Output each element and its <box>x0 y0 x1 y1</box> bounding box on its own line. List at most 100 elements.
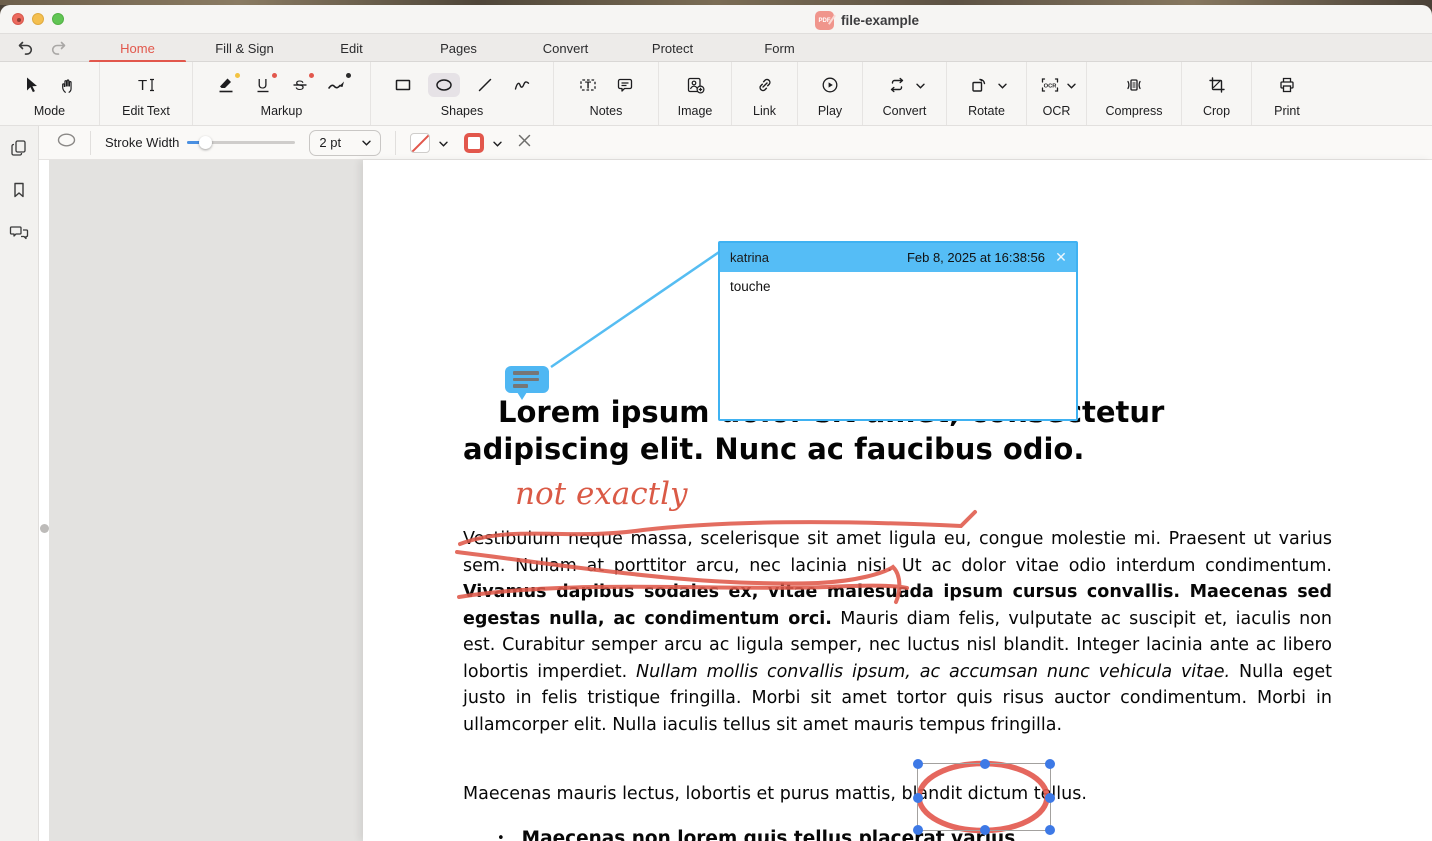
toolbar-group-markup: U S Markup <box>193 62 371 125</box>
toolbar-group-label: Markup <box>261 104 303 118</box>
draw-color-dot <box>346 73 351 78</box>
resize-handle-bottom-middle[interactable] <box>980 825 990 835</box>
tab-edit[interactable]: Edit <box>298 34 405 62</box>
toolbar-group-edit-text: T Edit Text <box>100 62 193 125</box>
tab-convert[interactable]: Convert <box>512 34 619 62</box>
traffic-lights <box>12 13 64 25</box>
toolbar-spacer <box>1322 62 1432 125</box>
underline-color-dot <box>272 73 277 78</box>
redo-icon[interactable] <box>46 37 72 59</box>
chevron-down-icon[interactable] <box>916 76 925 94</box>
stroke-width-value: 2 pt <box>319 135 341 150</box>
main-toolbar: Mode T Edit Text U S <box>0 62 1432 126</box>
comment-body-text[interactable]: touche <box>720 272 1076 301</box>
toolbar-group-crop: Crop <box>1182 62 1252 125</box>
tab-protect[interactable]: Protect <box>619 34 726 62</box>
toolbar-group-shapes: Shapes <box>371 62 554 125</box>
scribble-shape-icon[interactable] <box>510 73 534 97</box>
panel-resizer[interactable] <box>39 160 49 841</box>
tab-form[interactable]: Form <box>726 34 833 62</box>
resize-handle-top-left[interactable] <box>913 759 923 769</box>
chevron-down-icon[interactable] <box>998 76 1007 94</box>
thumbnails-panel <box>49 160 363 841</box>
edit-text-icon[interactable]: T <box>134 73 158 97</box>
ocr-icon[interactable]: OCR <box>1038 73 1062 97</box>
ocr-icon-text: OCR <box>1043 83 1057 89</box>
chevron-down-icon[interactable] <box>493 134 502 152</box>
draw-pen-icon[interactable] <box>325 73 349 97</box>
divider <box>395 131 396 155</box>
panel-resize-handle[interactable] <box>40 524 49 533</box>
comment-popup[interactable]: katrina Feb 8, 2025 at 16:38:56 ✕ touche <box>718 241 1078 421</box>
resize-handle-top-right[interactable] <box>1045 759 1055 769</box>
app-window: PDF file-example Home Fill & Sign Edit P… <box>0 0 1432 841</box>
window-title-group: PDF file-example <box>815 11 919 30</box>
highlight-icon[interactable] <box>214 73 238 97</box>
stroke-width-slider[interactable] <box>187 141 295 144</box>
add-image-icon[interactable] <box>683 73 707 97</box>
play-icon[interactable] <box>818 73 842 97</box>
comment-popup-header[interactable]: katrina Feb 8, 2025 at 16:38:56 ✕ <box>720 243 1076 272</box>
comment-icon-tail <box>517 392 527 400</box>
select-cursor-icon[interactable] <box>19 73 43 97</box>
toolbar-group-label: Compress <box>1106 104 1163 118</box>
handwritten-annotation[interactable]: not exactly <box>515 476 688 512</box>
toolbar-group-label: OCR <box>1043 104 1071 118</box>
resize-handle-bottom-left[interactable] <box>913 825 923 835</box>
compress-icon[interactable] <box>1122 73 1146 97</box>
thumbnails-panel-icon[interactable] <box>8 137 30 159</box>
ribbon-tabs: Home Fill & Sign Edit Pages Convert Prot… <box>84 34 833 62</box>
fill-color-swatch[interactable] <box>410 133 430 153</box>
pdf-badge-label: PDF <box>819 18 831 24</box>
strikethrough-color-dot <box>309 73 314 78</box>
resize-handle-bottom-right[interactable] <box>1045 825 1055 835</box>
close-properties-icon[interactable] <box>518 134 531 152</box>
toolbar-group-convert: Convert <box>863 62 947 125</box>
chevron-down-icon[interactable] <box>1067 76 1076 94</box>
svg-text:T: T <box>585 81 591 92</box>
stroke-color-swatch[interactable] <box>464 133 484 153</box>
line-shape-icon[interactable] <box>473 73 497 97</box>
bookmarks-panel-icon[interactable] <box>8 179 30 201</box>
comment-close-icon[interactable]: ✕ <box>1054 249 1068 266</box>
chevron-down-icon <box>362 140 371 146</box>
comment-note-icon[interactable] <box>613 73 637 97</box>
resize-handle-middle-left[interactable] <box>913 793 923 803</box>
comment-timestamp: Feb 8, 2025 at 16:38:56 <box>907 250 1045 265</box>
svg-text:T: T <box>138 77 147 94</box>
resize-handle-top-middle[interactable] <box>980 759 990 769</box>
tab-home[interactable]: Home <box>84 34 191 62</box>
chevron-down-icon[interactable] <box>439 134 448 152</box>
svg-text:U: U <box>258 76 268 92</box>
minimize-window-button[interactable] <box>32 13 44 25</box>
hand-tool-icon[interactable] <box>56 73 80 97</box>
document-paragraph-2: Maecenas mauris lectus, lobortis et puru… <box>463 784 1332 804</box>
para1-regular: Vestibulum neque massa, scelerisque sit … <box>463 529 1332 576</box>
crop-icon[interactable] <box>1205 73 1229 97</box>
toolbar-group-print: Print <box>1252 62 1322 125</box>
tab-fill-and-sign[interactable]: Fill & Sign <box>191 34 298 62</box>
annotation-selection-box[interactable] <box>917 763 1051 831</box>
undo-icon[interactable] <box>12 37 38 59</box>
link-icon[interactable] <box>753 73 777 97</box>
text-box-icon[interactable]: T <box>576 73 600 97</box>
close-window-button[interactable] <box>12 13 24 25</box>
comment-icon-line <box>513 371 539 375</box>
oval-shape-icon[interactable] <box>428 73 460 97</box>
convert-icon[interactable] <box>885 73 909 97</box>
toolbar-group-label: Image <box>678 104 713 118</box>
toolbar-group-link: Link <box>732 62 798 125</box>
underline-icon[interactable]: U <box>251 73 275 97</box>
strikethrough-icon[interactable]: S <box>288 73 312 97</box>
stroke-width-select[interactable]: 2 pt <box>309 130 381 156</box>
annotations-panel-icon[interactable] <box>8 221 30 243</box>
print-icon[interactable] <box>1275 73 1299 97</box>
slider-knob[interactable] <box>199 136 212 149</box>
fullscreen-window-button[interactable] <box>52 13 64 25</box>
resize-handle-middle-right[interactable] <box>1045 793 1055 803</box>
document-paragraph-1: Vestibulum neque massa, scelerisque sit … <box>463 526 1332 738</box>
rotate-icon[interactable] <box>967 73 991 97</box>
rectangle-shape-icon[interactable] <box>391 73 415 97</box>
comment-annotation-icon[interactable] <box>505 366 549 393</box>
tab-pages[interactable]: Pages <box>405 34 512 62</box>
